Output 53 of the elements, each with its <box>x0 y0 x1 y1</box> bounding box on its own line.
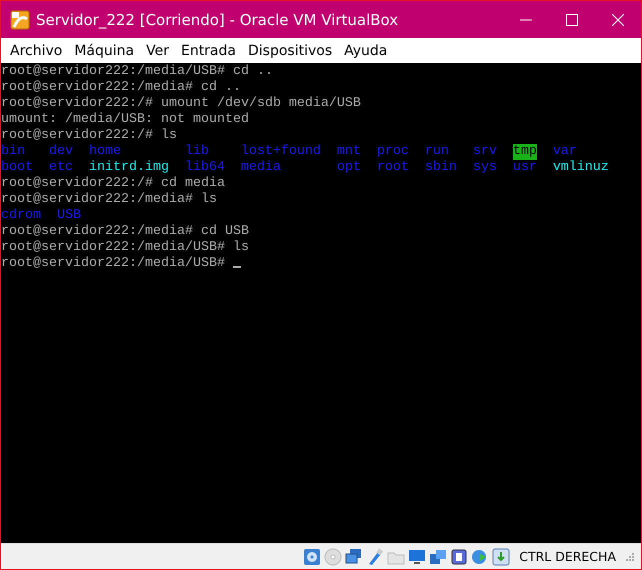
file-entry: USB <box>56 208 81 224</box>
menu-item[interactable]: Archivo <box>4 40 68 60</box>
file-entry: root <box>376 160 409 176</box>
file-entry: opt <box>336 160 361 176</box>
app-icon <box>10 10 30 30</box>
terminal-line: root@servidor222:/# cd media <box>1 176 225 191</box>
close-icon[interactable] <box>612 14 624 26</box>
file-entry: dev <box>48 144 73 160</box>
chip-icon[interactable] <box>450 548 468 566</box>
file-entry: vmlinuz <box>552 160 609 176</box>
file-entry: var <box>552 144 577 160</box>
terminal-line: root@servidor222:/# ls <box>1 128 177 143</box>
monitor-icon[interactable] <box>408 548 426 566</box>
download-icon[interactable] <box>492 548 510 566</box>
network-icon[interactable] <box>345 548 364 566</box>
windows-icon[interactable] <box>429 548 448 566</box>
file-entry: usr <box>512 160 537 176</box>
terminal-line: root@servidor222:/media/USB# cd .. <box>1 64 273 79</box>
file-entry: lost+found <box>240 144 321 160</box>
file-entry: sbin <box>424 160 457 176</box>
file-entry: lib <box>184 144 209 160</box>
file-entry: media <box>240 160 281 176</box>
terminal-line: root@servidor222:/media# ls <box>1 192 217 207</box>
menu-item[interactable]: Entrada <box>174 40 242 60</box>
file-entry: lib64 <box>184 160 225 176</box>
file-entry: home <box>88 144 121 160</box>
terminal-line: umount: /media/USB: not mounted <box>1 112 249 127</box>
file-entry: proc <box>376 144 409 160</box>
menu-item[interactable]: Ayuda <box>338 40 394 60</box>
file-entry: run <box>424 144 449 160</box>
text-cursor <box>232 266 241 268</box>
window-title: Servidor_222 [Corriendo] - Oracle VM VirtualBox <box>36 10 400 28</box>
file-entry: initrd.img <box>88 160 169 176</box>
resize-grip-icon[interactable] <box>625 552 635 562</box>
usb-icon[interactable] <box>366 548 384 566</box>
terminal-line: root@servidor222:/media# cd .. <box>1 80 241 95</box>
file-entry: tmp <box>512 144 537 160</box>
file-entry: sys <box>472 160 497 176</box>
terminal-line: root@servidor222:/media# cd USB <box>1 224 249 239</box>
host-key-label: CTRL DERECHA <box>519 549 616 564</box>
menu-item[interactable]: Máquina <box>68 40 140 60</box>
menu-item[interactable]: Dispositivos <box>242 40 338 60</box>
maximize-icon[interactable] <box>566 14 578 26</box>
menu-item[interactable]: Ver <box>140 40 175 60</box>
file-entry: bin <box>1 144 25 160</box>
terminal-line: root@servidor222:/media/USB# ls <box>1 240 249 255</box>
file-entry: boot <box>1 160 33 176</box>
shell-prompt: root@servidor222:/media/USB# <box>1 256 225 271</box>
terminal-line: root@servidor222:/# umount /dev/sdb media/USB <box>1 96 361 111</box>
file-entry: etc <box>48 160 73 176</box>
file-entry: mnt <box>336 144 361 160</box>
file-entry: cdrom <box>1 208 41 224</box>
file-entry: srv <box>472 144 497 160</box>
